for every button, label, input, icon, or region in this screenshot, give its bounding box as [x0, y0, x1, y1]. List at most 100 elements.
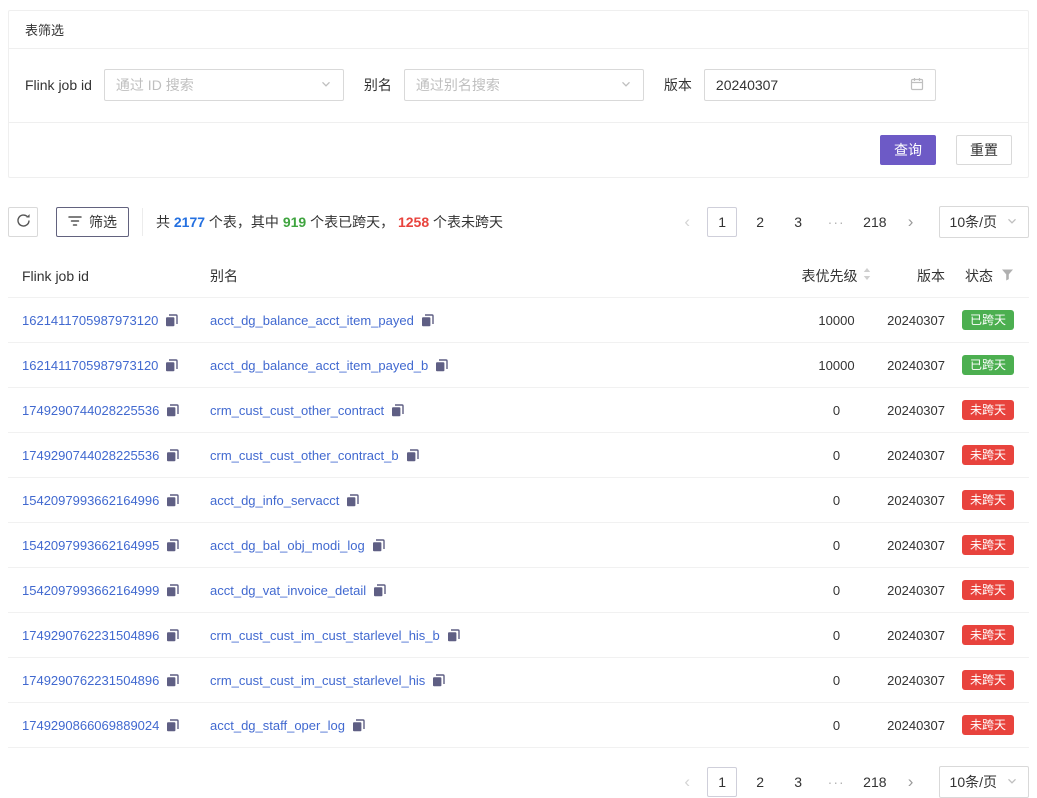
- priority-cell: 0: [789, 718, 884, 733]
- flink-job-id-select[interactable]: 通过 ID 搜索: [104, 69, 344, 101]
- sort-icon[interactable]: [862, 267, 872, 284]
- page-button-3[interactable]: 3: [783, 207, 813, 237]
- alias-link[interactable]: crm_cust_cust_im_cust_starlevel_his: [210, 673, 425, 688]
- copy-icon[interactable]: [166, 494, 179, 507]
- copy-icon[interactable]: [432, 674, 445, 687]
- prev-page-icon[interactable]: ‹: [675, 208, 699, 236]
- alias-link[interactable]: acct_dg_balance_acct_item_payed_b: [210, 358, 428, 373]
- page-button-218[interactable]: 218: [859, 767, 890, 797]
- job-id-link[interactable]: 1542097993662164995: [22, 538, 159, 553]
- copy-icon[interactable]: [165, 314, 178, 327]
- table-header-row: Flink job id 别名 表优先级 版本 状态: [8, 254, 1029, 298]
- job-id-link[interactable]: 1749290762231504896: [22, 628, 159, 643]
- alias-link[interactable]: crm_cust_cust_other_contract_b: [210, 448, 399, 463]
- copy-icon[interactable]: [166, 674, 179, 687]
- filter-toggle-label: 筛选: [89, 212, 117, 232]
- copy-icon[interactable]: [391, 404, 404, 417]
- version-cell: 20240307: [884, 628, 949, 643]
- page-button-2[interactable]: 2: [745, 767, 775, 797]
- page-button-1[interactable]: 1: [707, 767, 737, 797]
- copy-icon[interactable]: [346, 494, 359, 507]
- job-id-link[interactable]: 1749290744028225536: [22, 448, 159, 463]
- job-id-link[interactable]: 1749290744028225536: [22, 403, 159, 418]
- priority-cell: 10000: [789, 358, 884, 373]
- flink-job-id-placeholder: 通过 ID 搜索: [116, 75, 320, 95]
- alias-link[interactable]: acct_dg_info_servacct: [210, 493, 339, 508]
- priority-cell: 0: [789, 403, 884, 418]
- alias-select[interactable]: 通过别名搜索: [404, 69, 644, 101]
- col-header-flink-job-id: Flink job id: [8, 268, 204, 284]
- page-button-218[interactable]: 218: [859, 207, 890, 237]
- table-row: 1749290866069889024 acct_dg_staff_oper_l…: [8, 703, 1029, 748]
- table-body: 1621411705987973120 acct_dg_balance_acct…: [8, 298, 1029, 748]
- reset-button[interactable]: 重置: [956, 135, 1012, 165]
- table-row: 1542097993662164999 acct_dg_vat_invoice_…: [8, 568, 1029, 613]
- table-row: 1621411705987973120 acct_dg_balance_acct…: [8, 298, 1029, 343]
- copy-icon[interactable]: [166, 719, 179, 732]
- job-id-link[interactable]: 1621411705987973120: [22, 313, 158, 328]
- copy-icon[interactable]: [166, 539, 179, 552]
- job-id-link[interactable]: 1749290866069889024: [22, 718, 159, 733]
- alias-cell: crm_cust_cust_other_contract: [204, 403, 789, 418]
- table-row: 1749290762231504896 crm_cust_cust_im_cus…: [8, 613, 1029, 658]
- version-label: 版本: [664, 75, 692, 95]
- copy-icon[interactable]: [166, 404, 179, 417]
- summary-suffix: 个表未跨天: [429, 214, 503, 230]
- job-id-link[interactable]: 1621411705987973120: [22, 358, 158, 373]
- copy-icon[interactable]: [421, 314, 434, 327]
- alias-placeholder: 通过别名搜索: [416, 75, 620, 95]
- copy-icon[interactable]: [352, 719, 365, 732]
- alias-cell: acct_dg_balance_acct_item_payed_b: [204, 358, 789, 373]
- copy-icon[interactable]: [166, 629, 179, 642]
- job-id-link[interactable]: 1749290762231504896: [22, 673, 159, 688]
- page-size-label: 10条/页: [950, 212, 997, 232]
- alias-link[interactable]: crm_cust_cust_other_contract: [210, 403, 384, 418]
- copy-icon[interactable]: [447, 629, 460, 642]
- copy-icon[interactable]: [166, 584, 179, 597]
- page-button-3[interactable]: 3: [783, 767, 813, 797]
- page-ellipsis[interactable]: ···: [821, 207, 851, 237]
- prev-page-icon[interactable]: ‹: [675, 768, 699, 796]
- refresh-button[interactable]: [8, 207, 38, 237]
- alias-link[interactable]: acct_dg_staff_oper_log: [210, 718, 345, 733]
- copy-icon[interactable]: [435, 359, 448, 372]
- table-row: 1749290744028225536 crm_cust_cust_other_…: [8, 388, 1029, 433]
- summary-text: 共 2177 个表，其中 919 个表已跨天， 1258 个表未跨天: [156, 212, 503, 232]
- table-row: 1621411705987973120 acct_dg_balance_acct…: [8, 343, 1029, 388]
- status-cell: 未跨天: [949, 625, 1029, 645]
- summary-mid1: 个表，其中: [205, 214, 283, 230]
- summary-mid2: 个表已跨天，: [306, 214, 398, 230]
- search-button[interactable]: 查询: [880, 135, 936, 165]
- copy-icon[interactable]: [165, 359, 178, 372]
- alias-link[interactable]: acct_dg_bal_obj_modi_log: [210, 538, 365, 553]
- alias-link[interactable]: acct_dg_vat_invoice_detail: [210, 583, 366, 598]
- alias-cell: crm_cust_cust_other_contract_b: [204, 448, 789, 463]
- copy-icon[interactable]: [406, 449, 419, 462]
- status-cell: 未跨天: [949, 490, 1029, 510]
- next-page-icon[interactable]: ›: [899, 768, 923, 796]
- copy-icon[interactable]: [373, 584, 386, 597]
- results-table: Flink job id 别名 表优先级 版本 状态 1621411705987…: [8, 254, 1029, 748]
- copy-icon[interactable]: [372, 539, 385, 552]
- page-button-2[interactable]: 2: [745, 207, 775, 237]
- page-size-select[interactable]: 10条/页: [939, 766, 1029, 798]
- filter-toggle-button[interactable]: 筛选: [56, 207, 129, 237]
- page-button-1[interactable]: 1: [707, 207, 737, 237]
- version-date-input[interactable]: 20240307: [704, 69, 936, 101]
- alias-cell: crm_cust_cust_im_cust_starlevel_his: [204, 673, 789, 688]
- page-size-select[interactable]: 10条/页: [939, 206, 1029, 238]
- alias-cell: crm_cust_cust_im_cust_starlevel_his_b: [204, 628, 789, 643]
- column-filter-icon[interactable]: [1001, 268, 1014, 284]
- col-header-priority: 表优先级: [789, 266, 884, 286]
- priority-cell: 0: [789, 673, 884, 688]
- page-ellipsis[interactable]: ···: [821, 767, 851, 797]
- job-id-link[interactable]: 1542097993662164999: [22, 583, 159, 598]
- next-page-icon[interactable]: ›: [899, 208, 923, 236]
- status-cell: 已跨天: [949, 355, 1029, 375]
- copy-icon[interactable]: [166, 449, 179, 462]
- alias-link[interactable]: acct_dg_balance_acct_item_payed: [210, 313, 414, 328]
- job-id-link[interactable]: 1542097993662164996: [22, 493, 159, 508]
- chevron-down-icon: [320, 77, 332, 93]
- alias-link[interactable]: crm_cust_cust_im_cust_starlevel_his_b: [210, 628, 440, 643]
- table-row: 1542097993662164996 acct_dg_info_servacc…: [8, 478, 1029, 523]
